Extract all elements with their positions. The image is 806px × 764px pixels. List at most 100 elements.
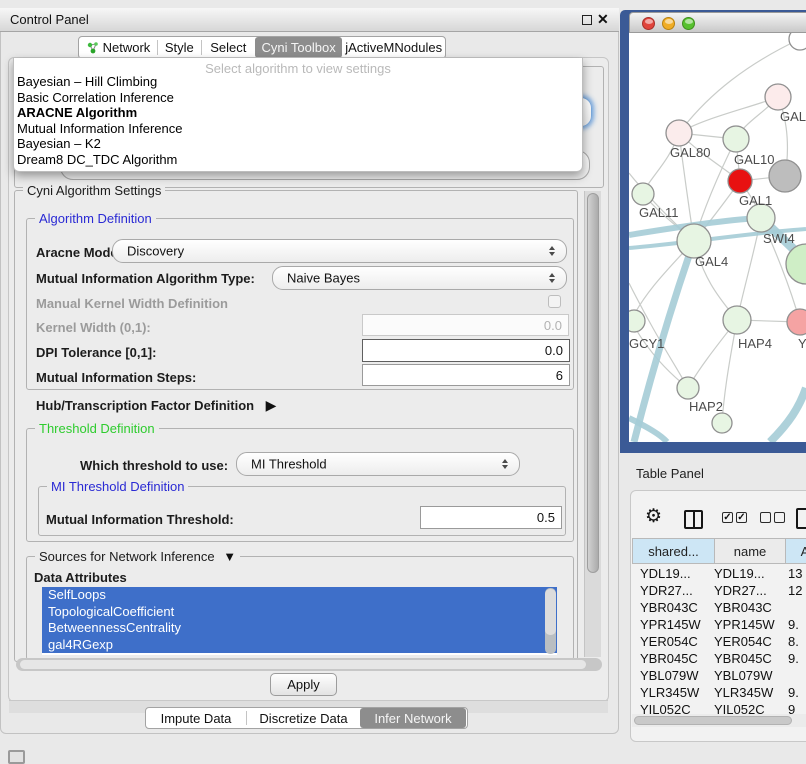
which-threshold-value: MI Threshold: [251, 457, 327, 472]
table-horizontal-scrollbar[interactable]: [632, 714, 806, 727]
network-node[interactable]: [712, 413, 732, 433]
mi-threshold-definition-title: MI Threshold Definition: [47, 479, 188, 494]
mi-threshold-field[interactable]: 0.5: [420, 506, 562, 529]
algorithm-option[interactable]: Bayesian – Hill Climbing: [14, 74, 582, 90]
mi-type-combo[interactable]: Naive Bayes: [272, 266, 567, 290]
algorithm-option[interactable]: Dream8 DC_TDC Algorithm: [14, 152, 582, 168]
tab-discretize-data[interactable]: Discretize Data: [247, 708, 360, 728]
split-columns-icon[interactable]: [684, 510, 703, 529]
node-label: GCY1: [629, 336, 664, 351]
close-window-icon[interactable]: [642, 17, 655, 30]
table-row[interactable]: YDL19... YDL19... 13: [632, 566, 806, 583]
bottom-tabs: Impute Data Discretize Data Infer Networ…: [145, 707, 468, 729]
algorithm-option[interactable]: Basic Correlation Inference: [14, 90, 582, 106]
table-row[interactable]: YBR045C YBR045C 9.: [632, 651, 806, 668]
network-canvas[interactable]: GAL GAL80 GAL10 GAL1 GAL11 SWI4 GAL4 GCY…: [629, 33, 806, 442]
horizontal-scrollbar-thumb[interactable]: [20, 660, 586, 669]
tab-jactivemnodules[interactable]: jActiveMNodules: [342, 37, 445, 58]
network-node[interactable]: [789, 33, 806, 50]
minimize-window-icon[interactable]: [662, 17, 675, 30]
list-item[interactable]: gal4RGexp: [42, 637, 557, 654]
apply-button[interactable]: Apply: [270, 673, 337, 696]
horizontal-scrollbar[interactable]: [16, 658, 602, 671]
data-attributes-list: SelfLoops TopologicalCoefficient Between…: [42, 587, 557, 655]
list-item[interactable]: BetweennessCentrality: [42, 620, 557, 637]
float-window-icon[interactable]: [582, 15, 592, 25]
network-node-gal80[interactable]: [666, 120, 692, 146]
dpi-tolerance-field[interactable]: 0.0: [362, 339, 570, 362]
tab-select[interactable]: Select: [202, 37, 255, 58]
network-node-salmon[interactable]: [787, 309, 806, 335]
table-row[interactable]: YLR345W YLR345W 9.: [632, 685, 806, 702]
table-row[interactable]: YBL079W YBL079W: [632, 668, 806, 685]
network-node-hap4[interactable]: [723, 306, 751, 334]
network-node-gal[interactable]: [765, 84, 791, 110]
document-icon[interactable]: [796, 508, 806, 529]
which-threshold-label: Which threshold to use:: [80, 458, 228, 473]
aracne-mode-label: Aracne Mode:: [36, 245, 122, 260]
collapsed-arrow-icon: ▶: [266, 397, 277, 413]
mi-type-value: Naive Bayes: [287, 271, 360, 286]
table-scrollbar-thumb[interactable]: [634, 716, 792, 725]
column-header-partial[interactable]: A: [785, 538, 806, 564]
algorithm-option-selected[interactable]: ARACNE Algorithm: [14, 105, 582, 121]
node-label: GAL10: [734, 152, 774, 167]
network-node-gal4[interactable]: [677, 224, 711, 258]
column-header-name[interactable]: name: [714, 538, 786, 564]
node-label: GAL: [780, 109, 806, 124]
tab-infer-network[interactable]: Infer Network: [360, 708, 466, 728]
list-item[interactable]: SelfLoops: [42, 587, 557, 604]
tab-impute-data[interactable]: Impute Data: [146, 708, 246, 728]
tab-cyni-toolbox[interactable]: Cyni Toolbox: [255, 37, 342, 58]
vertical-scrollbar-thumb[interactable]: [587, 193, 599, 573]
unchecked-box-icon[interactable]: [760, 512, 771, 523]
expanded-arrow-icon[interactable]: ▼: [223, 549, 236, 564]
table-row[interactable]: YER054C YER054C 8.: [632, 634, 806, 651]
tab-network[interactable]: Network: [79, 37, 157, 58]
table-row[interactable]: YBR043C YBR043C: [632, 600, 806, 617]
network-node-swi4[interactable]: [747, 204, 775, 232]
network-node-gcy1[interactable]: [629, 310, 645, 332]
control-panel-titlebar: Control Panel ✕: [0, 8, 619, 32]
network-node-hap2[interactable]: [677, 377, 699, 399]
checked-box-icon[interactable]: ✓: [736, 512, 747, 523]
node-label: SWI4: [763, 231, 795, 246]
manual-kernel-checkbox[interactable]: [548, 295, 561, 308]
column-header-shared[interactable]: shared...: [632, 538, 715, 564]
tab-style[interactable]: Style: [158, 37, 201, 58]
node-label: GAL80: [670, 145, 710, 160]
kernel-width-label: Kernel Width (0,1):: [36, 320, 151, 335]
table-row[interactable]: YDR27... YDR27... 12: [632, 583, 806, 600]
node-label: GAL4: [695, 254, 728, 269]
algorithm-option[interactable]: Bayesian – K2: [14, 136, 582, 152]
settings-group-title: Cyni Algorithm Settings: [23, 183, 165, 198]
network-node-gal10[interactable]: [723, 126, 749, 152]
network-window-titlebar[interactable]: [629, 12, 806, 33]
manual-kernel-label: Manual Kernel Width Definition: [36, 296, 228, 311]
kernel-width-field[interactable]: 0.0: [362, 314, 569, 336]
table-row[interactable]: YIL052C YIL052C 9: [632, 702, 806, 714]
list-scrollbar[interactable]: [545, 588, 556, 654]
vertical-scrollbar[interactable]: [584, 191, 601, 657]
network-node-gal1[interactable]: [728, 169, 752, 193]
list-scrollbar-thumb[interactable]: [545, 589, 556, 635]
which-threshold-combo[interactable]: MI Threshold: [236, 452, 520, 476]
mi-steps-field[interactable]: 6: [362, 364, 570, 386]
dpi-tolerance-label: DPI Tolerance [0,1]:: [36, 345, 156, 360]
table-row[interactable]: YPR145W YPR145W 9.: [632, 617, 806, 634]
gear-icon[interactable]: ⚙: [645, 505, 662, 528]
node-label: Y: [798, 336, 806, 351]
table-panel-title: Table Panel: [636, 466, 704, 481]
list-item[interactable]: TopologicalCoefficient: [42, 604, 557, 621]
algorithm-option[interactable]: Mutual Information Inference: [14, 121, 582, 137]
close-icon[interactable]: ✕: [597, 11, 609, 28]
unchecked-box-icon[interactable]: [774, 512, 785, 523]
aracne-mode-combo[interactable]: Discovery: [112, 239, 567, 263]
stepper-icon: [549, 246, 556, 256]
stepper-icon: [502, 459, 509, 469]
hub-definition-toggle[interactable]: Hub/Transcription Factor Definition ▶: [36, 397, 276, 415]
zoom-window-icon[interactable]: [682, 17, 695, 30]
network-node-gal11[interactable]: [632, 183, 654, 205]
threshold-definition-title: Threshold Definition: [35, 421, 159, 436]
checked-box-icon[interactable]: ✓: [722, 512, 733, 523]
